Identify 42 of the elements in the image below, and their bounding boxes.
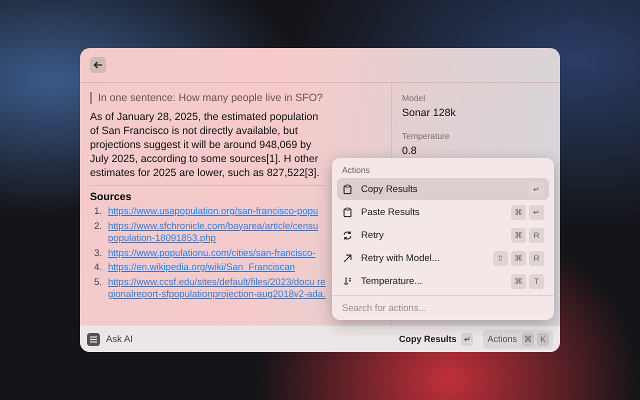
back-button[interactable]: [90, 57, 106, 73]
arrow-up-right-icon: [342, 252, 353, 264]
list-number: 1.: [93, 206, 102, 218]
key-cap: ⌘: [511, 250, 526, 266]
key-cap: T: [529, 274, 544, 288]
list-number: 3.: [93, 248, 102, 260]
back-arrow-icon: [93, 60, 103, 70]
key-cap: K: [537, 332, 549, 346]
list-number: 2.: [93, 220, 102, 234]
answer-paragraph: As of January 28, 2025, the estimated population of San Francisco is not directly available, but projections suggest it will be around 948,069 by July 2025, according to some sources[1]. H other estimates for 2025 are lower, such as 827,522[3].: [90, 110, 326, 186]
key-cap: ⌘: [511, 274, 526, 288]
sources-heading: Sources: [90, 191, 132, 203]
detail-label: Temperature: [402, 131, 451, 141]
detail-value: Sonar 128k: [402, 107, 457, 119]
menu-item[interactable]: Copy Results ↵: [337, 178, 549, 200]
actions-button[interactable]: Actions ⌘ K: [483, 330, 553, 348]
key-cap: ↵: [529, 182, 544, 196]
key-cap: ⌘: [511, 228, 526, 242]
detail-label: Model: [402, 93, 426, 103]
footer-title: Ask AI: [106, 334, 134, 344]
search-field[interactable]: Search for actions...: [332, 295, 554, 320]
menu-title: Actions: [341, 164, 371, 177]
menu-item[interactable]: Paste Results ⌘ ↵: [337, 201, 549, 223]
key-cap: ↵: [529, 204, 544, 220]
list-number: 4.: [93, 262, 102, 274]
question-quote: In one sentence: How many people live in SFO?: [90, 92, 326, 104]
clipboard-icon: [342, 206, 353, 218]
app-logo-icon: [87, 332, 100, 346]
key-cap: R: [529, 228, 544, 242]
menu-item[interactable]: Retry with Model... ⇧ ⌘ R: [337, 247, 549, 269]
key-cap: R: [529, 250, 544, 266]
menu-item[interactable]: Retry ⌘ R: [337, 224, 549, 246]
key-cap: ⌘: [511, 204, 526, 220]
detail-value: 0.8: [402, 145, 418, 157]
key-cap: ⌘: [522, 332, 534, 346]
key-cap: ↵: [461, 332, 474, 346]
list-number: 5.: [93, 276, 102, 290]
retry-icon: [342, 230, 353, 240]
copy-results-button[interactable]: Copy Results ↵: [394, 330, 478, 348]
key-cap: ⇧: [493, 250, 508, 266]
menu-item[interactable]: Temperature... ⌘ T: [337, 270, 549, 292]
clipboard-icon: [342, 184, 353, 194]
